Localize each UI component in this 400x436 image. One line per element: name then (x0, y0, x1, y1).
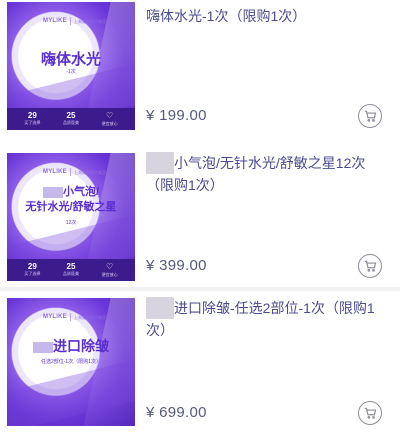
image-title: 嗨体水光 (40, 51, 101, 68)
cart-icon (364, 260, 377, 272)
brand-logo: MYLIKE 上海美莱医疗美容 (43, 168, 106, 176)
image-stats-bar: 29 买了选择 25 品质医美 ♡ 便宜放心 (7, 108, 135, 130)
product-title[interactable]: 嗨体水光-1次（限购1次） (146, 5, 384, 27)
product-image[interactable]: MYLIKE 上海美莱医疗美容 嗨体水光 -1次 29 买了选择 25 品质医美 ♡… (7, 2, 135, 130)
add-to-cart-button[interactable] (358, 104, 382, 128)
cart-icon (364, 407, 377, 419)
blurred-text: 国产 (146, 297, 174, 319)
brand-logo: MYLIKE 上海美莱医疗美容 (43, 313, 106, 321)
product-title[interactable]: 国产进口除皱-任选2部位-1次（限购1次） (146, 297, 384, 341)
product-list: MYLIKE 上海美莱医疗美容 嗨体水光 -1次 29 买了选择 25 品质医美 ♡… (0, 0, 400, 436)
product-image[interactable]: MYLIKE 上海美莱医疗美容 进口除皱 任选2部位-1次（限购1次） (7, 298, 135, 426)
product-card[interactable]: MYLIKE 上海美莱医疗美容 小气泡/ 无针水光/舒敏之星 12次 29 买了选… (0, 146, 400, 287)
product-price: ¥ 699.00 (146, 404, 207, 421)
product-title[interactable]: 超值小气泡/无针水光/舒敏之星12次（限购1次） (146, 152, 384, 196)
product-card[interactable]: MYLIKE 上海美莱医疗美容 嗨体水光 -1次 29 买了选择 25 品质医美 ♡… (0, 0, 400, 146)
add-to-cart-button[interactable] (358, 254, 382, 278)
image-title: 进口除皱 (7, 336, 135, 356)
brand-logo: MYLIKE 上海美莱医疗美容 (43, 17, 106, 25)
product-price: ¥ 399.00 (146, 257, 207, 274)
blurred-text: 超值 (146, 152, 174, 174)
heart-icon: ♡ (106, 110, 114, 120)
image-subtitle: -1次 (66, 69, 76, 75)
image-subtitle: 任选2部位-1次（限购1次） (40, 359, 101, 365)
heart-icon: ♡ (106, 261, 114, 271)
image-stats-bar: 29 买了选择 25 品质医美 ♡ 便宜放心 (7, 259, 135, 281)
cart-icon (364, 110, 377, 122)
image-subtitle: 12次 (65, 220, 77, 226)
product-price: ¥ 199.00 (146, 107, 207, 124)
add-to-cart-button[interactable] (358, 401, 382, 425)
product-image[interactable]: MYLIKE 上海美莱医疗美容 小气泡/ 无针水光/舒敏之星 12次 29 买了选… (7, 153, 135, 281)
image-title: 小气泡/ 无针水光/舒敏之星 (25, 186, 117, 213)
product-card[interactable]: MYLIKE 上海美莱医疗美容 进口除皱 任选2部位-1次（限购1次） 国产进口… (0, 291, 400, 436)
